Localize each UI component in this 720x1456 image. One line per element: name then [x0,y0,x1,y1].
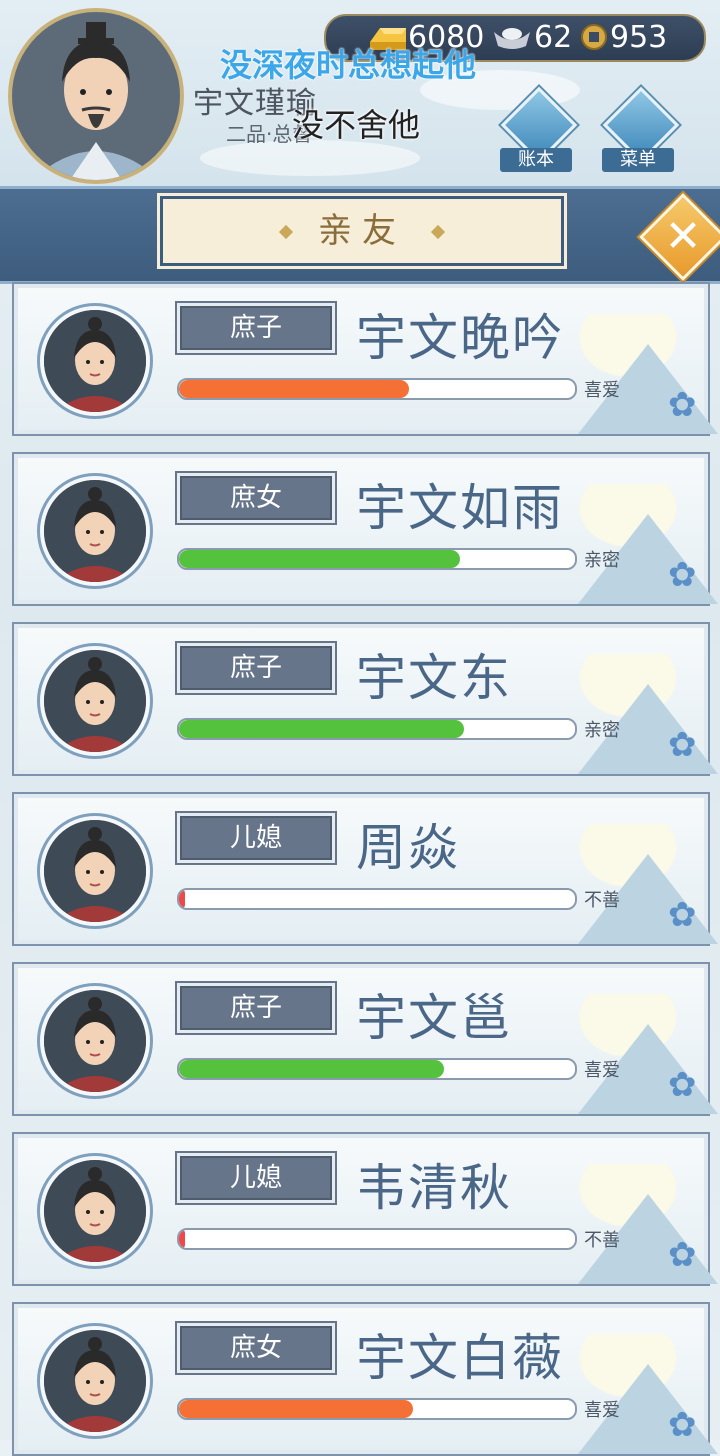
affection-bar [177,1398,577,1420]
page-title: 亲友 [318,211,406,251]
relative-portrait-icon [44,1160,146,1262]
relative-avatar [40,476,150,586]
affection-bar-fill [179,720,465,738]
affection-bar-fill [179,1400,413,1418]
player-portrait-icon [12,12,180,180]
silver-amount: 62 [534,20,573,55]
relative-portrait-icon [44,1330,146,1432]
relative-card[interactable]: 庶子 宇文晚吟 喜爱 ✿ [12,282,718,436]
relative-card[interactable]: 儿媳 周焱 不善 ✿ [12,792,718,946]
relative-avatar [40,986,150,1096]
close-icon: ✕ [664,211,702,262]
page-title-plate: 亲友 [160,196,564,266]
relative-avatar [40,1156,150,1266]
relative-avatar [40,306,150,416]
flower-icon: ✿ [668,555,697,595]
relative-name: 周焱 [356,819,460,877]
affection-status: 喜爱 [584,1400,620,1421]
relative-avatar [40,816,150,926]
affection-bar [177,548,577,570]
relation-tag: 庶女 [180,1326,332,1370]
affection-status: 喜爱 [584,380,620,401]
affection-bar-fill [179,1060,445,1078]
affection-bar-fill [179,380,409,398]
relative-name: 韦清秋 [356,1159,512,1217]
relative-portrait-icon [44,310,146,412]
relative-card[interactable]: 庶子 宇文东 亲密 ✿ [12,622,718,776]
flower-icon: ✿ [668,1065,697,1105]
relation-tag: 儿媳 [180,1156,332,1200]
relative-name: 宇文东 [356,649,512,707]
ledger-label: 账本 [500,148,572,172]
relation-tag: 庶子 [180,986,332,1030]
relative-name: 宇文晚吟 [356,309,564,367]
affection-status: 亲密 [584,720,620,741]
relative-name: 宇文如雨 [356,479,564,537]
relative-card[interactable]: 庶女 宇文白薇 喜爱 ✿ [12,1302,718,1456]
affection-bar-fill [179,550,461,568]
affection-status: 喜爱 [584,1060,620,1081]
affection-bar [177,1058,577,1080]
relative-card[interactable]: 儿媳 韦清秋 不善 ✿ [12,1132,718,1286]
relation-tag: 儿媳 [180,816,332,860]
flower-icon: ✿ [668,895,697,935]
affection-status: 不善 [584,890,620,911]
relative-portrait-icon [44,990,146,1092]
affection-bar-fill [179,890,185,908]
copper-amount: 953 [610,20,668,55]
relative-card[interactable]: 庶女 宇文如雨 亲密 ✿ [12,452,718,606]
affection-bar [177,1228,577,1250]
flower-icon: ✿ [668,1405,697,1445]
silver-ingot-icon [492,22,532,56]
relative-portrait-icon [44,820,146,922]
relative-avatar [40,1326,150,1436]
affection-status: 亲密 [584,550,620,571]
relative-name: 宇文邕 [356,989,512,1047]
relative-name: 宇文白薇 [356,1329,564,1387]
player-avatar[interactable] [8,8,184,184]
relative-portrait-icon [44,650,146,752]
relation-tag: 庶子 [180,646,332,690]
relation-tag: 庶子 [180,306,332,350]
relative-avatar [40,646,150,756]
affection-status: 不善 [584,1230,620,1251]
affection-bar-fill [179,1230,185,1248]
relation-tag: 庶女 [180,476,332,520]
copper-coin-icon [580,23,608,55]
overlay-caption-bottom: 没不舍他 [292,106,421,144]
flower-icon: ✿ [668,725,697,765]
flower-icon: ✿ [668,385,697,425]
affection-bar [177,888,577,910]
relative-card[interactable]: 庶子 宇文邕 喜爱 ✿ [12,962,718,1116]
affection-bar [177,718,577,740]
menu-button[interactable]: 菜单 [598,86,680,174]
menu-label: 菜单 [602,148,674,172]
ledger-button[interactable]: 账本 [496,86,578,174]
relative-portrait-icon [44,480,146,582]
affection-bar [177,378,577,400]
overlay-caption-top: 没深夜时总想起他 [220,46,477,84]
flower-icon: ✿ [668,1235,697,1275]
